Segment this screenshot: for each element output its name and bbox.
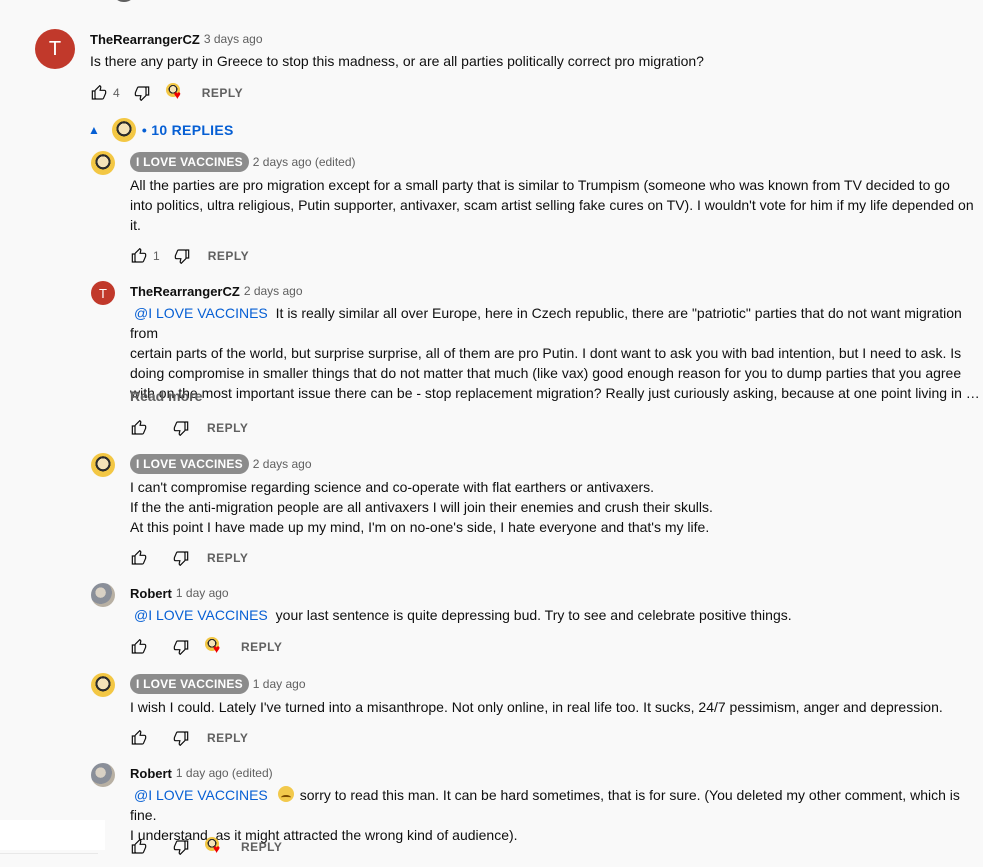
reply-button[interactable]: REPLY: [207, 421, 248, 435]
comment-time[interactable]: 1 day ago: [176, 586, 229, 600]
side-panel-fragment: [0, 820, 105, 850]
thumbs-up-icon: [131, 248, 147, 263]
like-count: 1: [153, 249, 160, 263]
comment-header: TheRearrangerCZ 2 days ago: [130, 283, 303, 299]
creator-avatar: [111, 118, 136, 142]
like-button[interactable]: [127, 835, 151, 859]
author-name[interactable]: Robert: [130, 766, 172, 781]
author-avatar[interactable]: [91, 583, 115, 607]
comment-time[interactable]: 2 days ago: [244, 284, 303, 298]
author-avatar[interactable]: T: [91, 281, 115, 305]
comment-text: I wish I could. Lately I've turned into …: [130, 699, 943, 715]
author-avatar[interactable]: [91, 453, 115, 477]
comment-header: Robert 1 day ago: [130, 585, 229, 601]
comment-header: I LOVE VACCINES 2 days ago: [130, 453, 312, 474]
author-avatar[interactable]: [91, 763, 115, 787]
creator-heart-icon: ♥: [203, 635, 227, 659]
thumbs-down-icon: [173, 731, 189, 746]
like-button[interactable]: [87, 81, 111, 105]
creator-heart-icon: ♥: [164, 81, 188, 105]
thumbs-up-icon: [131, 420, 147, 435]
comment-actions: REPLY: [127, 726, 248, 750]
dislike-button[interactable]: [130, 81, 154, 105]
comment-header: I LOVE VACCINES 1 day ago: [130, 673, 306, 694]
comment-text: Is there any party in Greece to stop thi…: [90, 53, 704, 69]
comment-text: @I LOVE VACCINES It is really similar al…: [130, 305, 980, 401]
dislike-button[interactable]: [169, 726, 193, 750]
reply-button[interactable]: REPLY: [202, 86, 243, 100]
author-name[interactable]: TheRearrangerCZ: [130, 284, 240, 299]
dislike-button[interactable]: [170, 244, 194, 268]
like-count: 4: [113, 86, 120, 100]
replies-toggle-button[interactable]: ▲ • 10 REPLIES: [88, 116, 234, 144]
creator-heart-icon: ♥: [203, 835, 227, 859]
previous-comment-avatar: [115, 0, 133, 2]
reply-button[interactable]: REPLY: [241, 640, 282, 654]
dislike-button[interactable]: [169, 416, 193, 440]
thumbs-down-icon: [173, 551, 189, 566]
thumbs-down-icon: [173, 421, 189, 436]
like-button[interactable]: [127, 635, 151, 659]
creator-name-badge[interactable]: I LOVE VACCINES: [130, 151, 249, 172]
author-avatar[interactable]: [91, 673, 115, 697]
comment-actions: ♥ REPLY: [127, 835, 282, 859]
comment-text: All the parties are pro migration except…: [130, 177, 974, 233]
dislike-button[interactable]: [169, 635, 193, 659]
comment-time[interactable]: 3 days ago: [204, 32, 263, 46]
thumbs-up-icon: [131, 730, 147, 745]
dislike-button[interactable]: [169, 835, 193, 859]
comment-header: TheRearrangerCZ 3 days ago: [90, 31, 263, 47]
author-name[interactable]: Robert: [130, 586, 172, 601]
comment-actions: ♥ REPLY: [127, 635, 282, 659]
comment-text: @I LOVE VACCINES your last sentence is q…: [134, 607, 792, 623]
like-button[interactable]: [127, 726, 151, 750]
divider: [0, 853, 98, 854]
reply-button[interactable]: REPLY: [207, 551, 248, 565]
mention-link[interactable]: @I LOVE VACCINES: [134, 787, 268, 803]
thumbs-down-icon: [134, 86, 149, 101]
comment-actions: REPLY: [127, 546, 248, 570]
comment-time[interactable]: 1 day ago: [253, 677, 306, 691]
author-name[interactable]: TheRearrangerCZ: [90, 32, 200, 47]
like-button[interactable]: [127, 546, 151, 570]
comment-time[interactable]: 2 days ago: [253, 457, 312, 471]
reply-button[interactable]: REPLY: [207, 731, 248, 745]
comment-text: I can't compromise regarding science and…: [130, 479, 713, 535]
reply-button[interactable]: REPLY: [241, 840, 282, 854]
thumbs-up-icon: [131, 839, 147, 854]
sad-face-emoji: [277, 786, 294, 802]
thumbs-up-icon: [131, 639, 147, 654]
reply-button[interactable]: REPLY: [208, 249, 249, 263]
mention-link[interactable]: @I LOVE VACCINES: [134, 607, 268, 623]
author-avatar[interactable]: T: [35, 29, 75, 69]
read-more-link[interactable]: Read more: [130, 388, 202, 404]
creator-name-badge[interactable]: I LOVE VACCINES: [130, 673, 249, 694]
caret-up-icon: ▲: [88, 123, 100, 137]
author-avatar[interactable]: [91, 151, 115, 175]
comment-time[interactable]: 1 day ago (edited): [176, 766, 273, 780]
thumbs-down-icon: [173, 840, 189, 855]
comment-actions: 1 REPLY: [127, 244, 249, 268]
thumbs-up-icon: [131, 550, 147, 565]
like-button[interactable]: [127, 244, 151, 268]
creator-name-badge[interactable]: I LOVE VACCINES: [130, 453, 249, 474]
thumbs-up-icon: [91, 85, 107, 100]
mention-link[interactable]: @I LOVE VACCINES: [134, 305, 268, 321]
replies-count-label: • 10 REPLIES: [141, 122, 234, 138]
comment-actions: 4 ♥ REPLY: [87, 81, 243, 105]
comment-actions: REPLY: [127, 416, 248, 440]
comment-header: I LOVE VACCINES 2 days ago (edited): [130, 151, 356, 172]
dislike-button[interactable]: [169, 546, 193, 570]
comment-header: Robert 1 day ago (edited): [130, 765, 273, 781]
thumbs-down-icon: [174, 249, 189, 264]
thumbs-down-icon: [173, 640, 189, 655]
like-button[interactable]: [127, 416, 151, 440]
comment-time[interactable]: 2 days ago (edited): [253, 155, 356, 169]
